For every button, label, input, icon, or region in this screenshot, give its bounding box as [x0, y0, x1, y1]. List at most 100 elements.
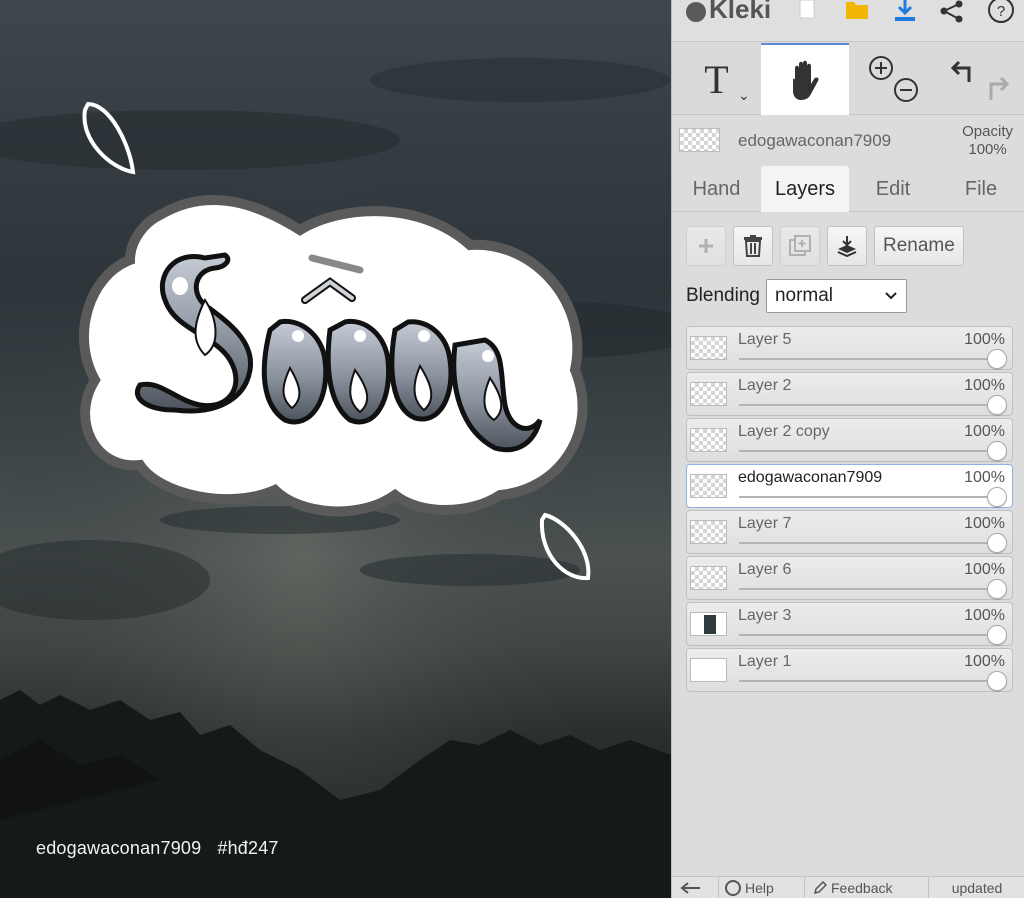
current-layer-thumbnail — [679, 128, 720, 152]
bottom-bar: Help Feedback updated — [672, 876, 1024, 898]
watermark-name: edogawaconan7909 — [36, 838, 202, 858]
updated-label: updated — [951, 880, 1003, 896]
undo-icon[interactable] — [950, 60, 971, 82]
tool-row: T ⌄ — [672, 43, 1024, 115]
opacity-slider-track[interactable] — [739, 680, 994, 682]
opacity-slider-handle[interactable] — [987, 487, 1007, 507]
layer-thumbnail — [690, 520, 727, 544]
merge-down-button[interactable] — [827, 226, 867, 266]
blending-select[interactable]: normal — [765, 279, 907, 313]
delete-layer-button[interactable] — [733, 226, 773, 266]
redo-icon[interactable] — [989, 76, 1010, 100]
layer-thumbnail — [690, 658, 727, 682]
tab-layers[interactable]: Layers — [761, 166, 849, 212]
current-layer-name: edogawaconan7909 — [738, 131, 892, 150]
kleki-brand[interactable]: Kleki — [686, 0, 772, 24]
svg-text:?: ? — [997, 3, 1005, 20]
layer-opacity: 100% — [964, 607, 1005, 624]
layer-opacity: 100% — [964, 515, 1005, 532]
brand-name: Kleki — [709, 0, 772, 24]
opacity-slider-track[interactable] — [739, 634, 994, 636]
merge-down-icon — [837, 236, 857, 257]
layer-opacity: 100% — [964, 469, 1005, 486]
layer-name: Layer 2 — [738, 377, 792, 394]
opacity-slider-track[interactable] — [739, 542, 994, 544]
back-button[interactable] — [680, 877, 716, 898]
zoom-out-icon[interactable] — [894, 78, 918, 102]
layer-name: edogawaconan7909 — [738, 469, 883, 486]
history-controls — [937, 43, 1024, 115]
layer-row[interactable]: Layer 1 100% — [686, 648, 1013, 692]
layer-row[interactable]: Layer 3 100% — [686, 602, 1013, 646]
opacity-slider-track[interactable] — [739, 496, 994, 498]
duplicate-layer-icon — [789, 235, 811, 256]
opacity-slider-handle[interactable] — [987, 579, 1007, 599]
layer-name: Layer 7 — [738, 515, 792, 532]
new-file-icon[interactable] — [794, 0, 820, 24]
layer-row[interactable]: edogawaconan7909 100% — [686, 464, 1013, 508]
layer-row[interactable]: Layer 5 100% — [686, 326, 1013, 370]
panel-tabs: Hand Layers Edit File — [672, 166, 1024, 212]
opacity-slider-track[interactable] — [739, 450, 994, 452]
opacity-slider-track[interactable] — [739, 358, 994, 360]
blending-value: normal — [774, 285, 834, 306]
opacity-slider-track[interactable] — [739, 404, 994, 406]
layer-name: Layer 1 — [738, 653, 792, 670]
blending-label: Blending — [686, 285, 760, 306]
delete-layer-icon — [744, 235, 762, 257]
help-label: Help — [745, 880, 774, 896]
arrow-left-icon — [680, 882, 700, 894]
layer-name: Layer 3 — [738, 607, 792, 624]
chevron-down-icon — [885, 292, 897, 300]
watermark-tag: #hđ247 — [217, 838, 279, 858]
share-icon[interactable] — [937, 0, 967, 24]
feedback-button[interactable]: Feedback — [804, 877, 926, 898]
chevron-down-icon[interactable]: ⌄ — [738, 87, 750, 104]
layers-panel: Rename Blending normal Layer 5 100% Laye… — [672, 213, 1024, 873]
download-icon[interactable] — [890, 0, 920, 24]
canvas-artwork — [0, 0, 671, 898]
layer-actions: Rename — [686, 226, 964, 266]
zoom-in-icon[interactable] — [869, 56, 893, 80]
add-layer-button[interactable] — [686, 226, 726, 266]
layer-thumbnail — [690, 428, 727, 452]
opacity-slider-handle[interactable] — [987, 441, 1007, 461]
layer-row[interactable]: Layer 7 100% — [686, 510, 1013, 554]
layer-thumbnail — [690, 566, 727, 590]
layer-name: Layer 2 copy — [738, 423, 830, 440]
updated-link[interactable]: updated — [928, 877, 1024, 898]
current-layer-info: edogawaconan7909 Opacity 100% — [672, 116, 1024, 166]
opacity-value: 100% — [968, 141, 1007, 158]
opacity-slider-handle[interactable] — [987, 395, 1007, 415]
feedback-label: Feedback — [831, 880, 893, 896]
text-tool-icon: T — [704, 56, 729, 102]
tab-file[interactable]: File — [937, 166, 1024, 212]
opacity-slider-handle[interactable] — [987, 671, 1007, 691]
opacity-slider-handle[interactable] — [987, 625, 1007, 645]
duplicate-layer-button[interactable] — [780, 226, 820, 266]
opacity-slider-handle[interactable] — [987, 349, 1007, 369]
layer-row[interactable]: Layer 2 copy 100% — [686, 418, 1013, 462]
hand-tool-button[interactable] — [761, 43, 849, 115]
zoom-controls — [849, 43, 937, 115]
pencil-icon — [813, 881, 827, 895]
blending-control: Blending normal — [686, 279, 907, 313]
opacity-slider-handle[interactable] — [987, 533, 1007, 553]
current-layer-opacity: Opacity 100% — [962, 123, 1013, 159]
drawing-canvas[interactable]: edogawaconan7909 #hđ247 — [0, 0, 671, 898]
layer-thumbnail — [690, 336, 727, 360]
layer-name: Layer 5 — [738, 331, 792, 348]
rename-layer-button[interactable]: Rename — [874, 226, 964, 266]
tab-edit[interactable]: Edit — [849, 166, 937, 212]
tab-hand[interactable]: Hand — [672, 166, 761, 212]
layer-row[interactable]: Layer 2 100% — [686, 372, 1013, 416]
side-panel: Kleki ? T ⌄ edogawaconan7909 Opacity 100… — [671, 0, 1024, 898]
text-tool-button[interactable]: T ⌄ — [672, 43, 761, 115]
layer-row[interactable]: Layer 6 100% — [686, 556, 1013, 600]
opacity-slider-track[interactable] — [739, 588, 994, 590]
layer-opacity: 100% — [964, 331, 1005, 348]
help-button[interactable]: Help — [718, 877, 802, 898]
help-icon[interactable]: ? — [985, 0, 1017, 24]
top-toolbar: Kleki ? — [672, 0, 1024, 42]
open-folder-icon[interactable] — [842, 0, 872, 24]
